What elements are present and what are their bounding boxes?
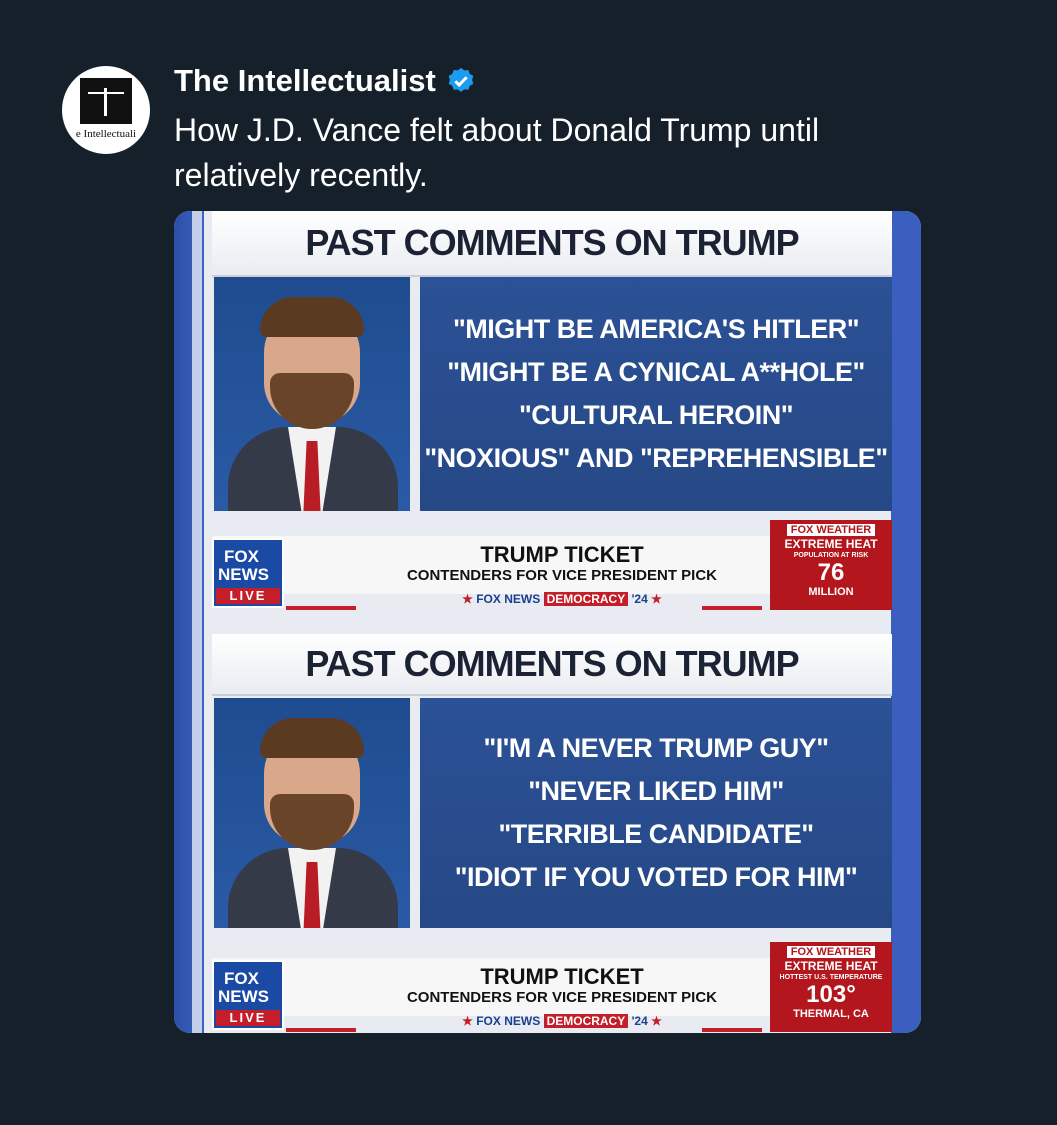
decorative-stripe bbox=[192, 211, 202, 622]
quote-panel: "MIGHT BE AMERICA'S HITLER" "MIGHT BE A … bbox=[420, 277, 892, 511]
lower-third: FOX NEWS LIVE TRUMP TICKET CONTENDERS FO… bbox=[212, 514, 892, 610]
decorative-stripe bbox=[192, 622, 202, 1033]
brand-strip: ★ FOX NEWS DEMOCRACY '24 ★ bbox=[292, 592, 832, 606]
star-icon: ★ bbox=[462, 592, 473, 606]
star-icon: ★ bbox=[651, 1014, 662, 1028]
quote-line: "I'M A NEVER TRUMP GUY" bbox=[483, 733, 829, 763]
headline: TRUMP TICKET bbox=[480, 964, 644, 989]
post-text: How J.D. Vance felt about Donald Trump u… bbox=[174, 112, 820, 193]
weather-alert: EXTREME HEAT bbox=[784, 959, 878, 973]
star-icon: ★ bbox=[462, 1014, 473, 1028]
quote-line: "MIGHT BE AMERICA'S HITLER" bbox=[452, 314, 860, 344]
author-name[interactable]: The Intellectualist bbox=[174, 62, 436, 100]
brand-democracy: DEMOCRACY bbox=[543, 592, 629, 606]
hair bbox=[260, 718, 364, 758]
logo-text: FOX bbox=[224, 969, 259, 988]
graphic-title: PAST COMMENTS ON TRUMP bbox=[212, 634, 892, 696]
quote-line: "MIGHT BE A CYNICAL A**HOLE" bbox=[447, 357, 865, 387]
portrait-photo bbox=[214, 277, 410, 511]
red-accent-line bbox=[286, 1028, 356, 1032]
post-image[interactable]: PAST COMMENTS ON TRUMP "MIGHT BE AMERICA… bbox=[174, 211, 921, 1033]
logo-text: NEWS bbox=[218, 987, 269, 1006]
weather-brand: FOX WEATHER bbox=[786, 524, 876, 536]
broadcast-frame: PAST COMMENTS ON TRUMP "I'M A NEVER TRUM… bbox=[174, 622, 921, 1033]
subheadline: CONTENDERS FOR VICE PRESIDENT PICK bbox=[406, 989, 718, 1006]
weather-unit: MILLION bbox=[808, 586, 854, 598]
quote-line: "IDIOT IF YOU VOTED FOR HIM" bbox=[454, 862, 858, 892]
live-tag: LIVE bbox=[216, 1010, 280, 1026]
red-accent-line bbox=[702, 606, 762, 610]
broadcast-frame: PAST COMMENTS ON TRUMP "MIGHT BE AMERICA… bbox=[174, 211, 921, 622]
lower-third: FOX NEWS LIVE TRUMP TICKET CONTENDERS FO… bbox=[212, 936, 892, 1032]
graphic-title: PAST COMMENTS ON TRUMP bbox=[212, 211, 892, 277]
logo-text: NEWS bbox=[218, 565, 269, 584]
headline: TRUMP TICKET bbox=[480, 542, 644, 567]
fox-news-logo: FOX NEWS LIVE bbox=[212, 538, 284, 608]
quote-line: "NOXIOUS" AND "REPREHENSIBLE" bbox=[424, 443, 888, 473]
red-accent-line bbox=[702, 1028, 762, 1032]
beard bbox=[270, 373, 354, 429]
star-icon: ★ bbox=[651, 592, 662, 606]
logo-text: FOX bbox=[224, 547, 259, 566]
weather-box: FOX WEATHER EXTREME HEAT POPULATION AT R… bbox=[770, 520, 892, 610]
live-tag: LIVE bbox=[216, 588, 280, 604]
weather-alert: EXTREME HEAT bbox=[784, 537, 878, 551]
avatar[interactable]: e Intellectuali bbox=[62, 66, 150, 154]
author-row: The Intellectualist bbox=[174, 62, 476, 100]
red-accent-line bbox=[286, 606, 356, 610]
fox-news-logo: FOX NEWS LIVE bbox=[212, 960, 284, 1030]
brand-text: FOX NEWS bbox=[476, 592, 541, 606]
beard bbox=[270, 794, 354, 850]
quote-line: "CULTURAL HEROIN" bbox=[518, 400, 794, 430]
quote-panel: "I'M A NEVER TRUMP GUY" "NEVER LIKED HIM… bbox=[420, 698, 892, 928]
avatar-text: e Intellectuali bbox=[75, 128, 137, 140]
brand-year: '24 bbox=[631, 592, 648, 606]
weather-box: FOX WEATHER EXTREME HEAT HOTTEST U.S. TE… bbox=[770, 942, 892, 1032]
logo-icon bbox=[80, 78, 132, 124]
brand-text: FOX NEWS bbox=[476, 1014, 541, 1028]
brand-democracy: DEMOCRACY bbox=[543, 1014, 629, 1028]
brand-year: '24 bbox=[631, 1014, 648, 1028]
weather-brand: FOX WEATHER bbox=[786, 946, 876, 958]
hair bbox=[260, 297, 364, 337]
verified-badge-icon bbox=[448, 67, 474, 92]
portrait-photo bbox=[214, 698, 410, 928]
subheadline: CONTENDERS FOR VICE PRESIDENT PICK bbox=[406, 567, 718, 584]
quote-line: "TERRIBLE CANDIDATE" bbox=[498, 819, 814, 849]
post: e Intellectuali The Intellectualist How … bbox=[0, 0, 1057, 1125]
weather-value: 103° bbox=[806, 981, 856, 1008]
brand-strip: ★ FOX NEWS DEMOCRACY '24 ★ bbox=[292, 1014, 832, 1028]
weather-unit: THERMAL, CA bbox=[793, 1008, 869, 1020]
quote-line: "NEVER LIKED HIM" bbox=[528, 776, 784, 806]
weather-value: 76 bbox=[817, 559, 845, 586]
